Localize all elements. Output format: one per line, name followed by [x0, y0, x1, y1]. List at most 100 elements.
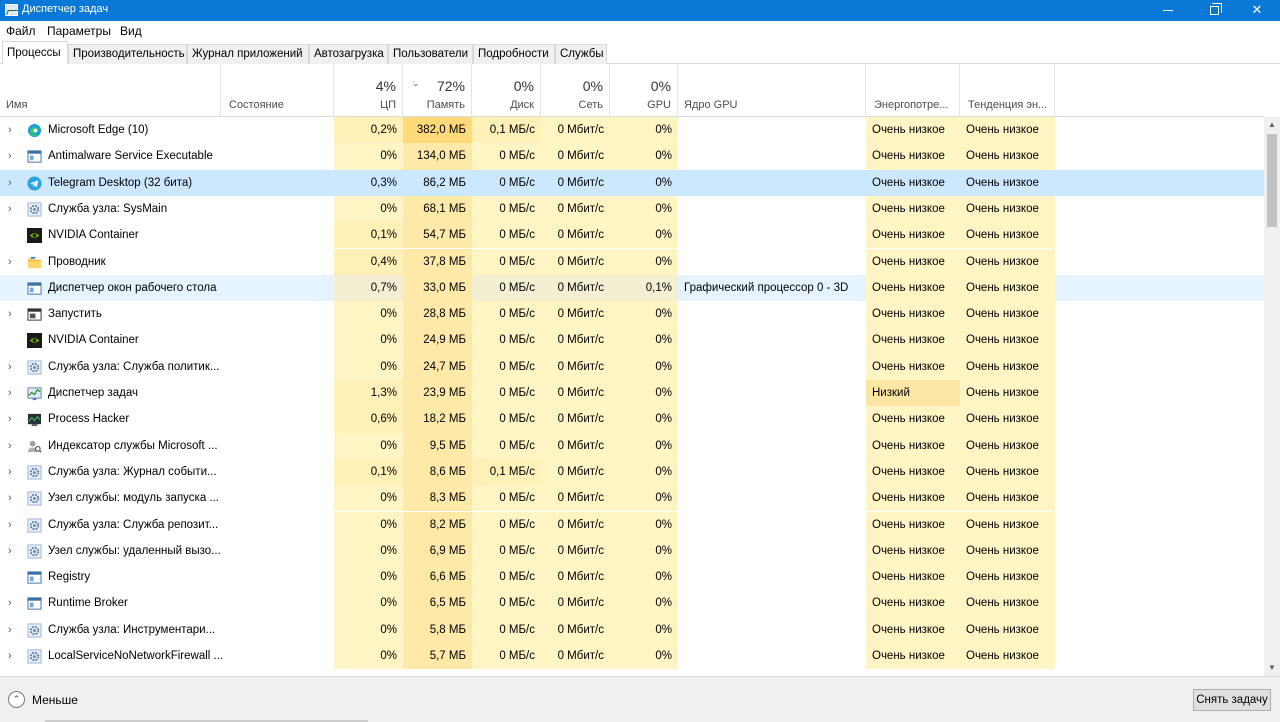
table-row[interactable]: › Диспетчер задач 1,3% 23,9 МБ 0 МБ/с 0 Мбит/… — [0, 380, 1264, 407]
power-trend-cell: Очень низкое — [960, 143, 1055, 170]
table-row[interactable]: › Узел службы: удаленный вызо... 0% 6,9 МБ 0… — [0, 537, 1264, 565]
cpu-cell: 0% — [334, 616, 403, 643]
cpu-cell: 0% — [334, 327, 403, 354]
expand-chevron-icon[interactable]: › — [8, 361, 16, 373]
process-name: Индексатор службы Microsoft ... — [48, 439, 218, 452]
header-network[interactable]: 0% Сеть — [541, 64, 610, 117]
tab-app-history[interactable]: Журнал приложений — [187, 44, 309, 64]
table-row[interactable]: › LocalServiceNoNetworkFirewall ... 0% 5,7 … — [0, 643, 1264, 670]
power-usage-cell: Очень низкое — [866, 327, 960, 354]
expand-chevron-icon[interactable]: › — [8, 124, 16, 136]
expand-chevron-icon[interactable]: › — [8, 624, 16, 636]
power-usage-cell: Очень низкое — [866, 143, 960, 170]
power-trend-cell: Очень низкое — [960, 301, 1055, 328]
table-row[interactable]: › Запустить 0% 28,8 МБ 0 МБ/с 0 Мбит/с 0% Очень… — [0, 301, 1264, 328]
table-row[interactable]: Диспетчер окон рабочего стола 0,7% 33,0 МБ… — [0, 274, 1264, 302]
header-power-usage[interactable]: Энергопотре... — [866, 64, 960, 117]
minimize-button[interactable] — [1145, 0, 1191, 21]
expand-chevron-icon[interactable]: › — [8, 256, 16, 268]
memory-cell: 6,5 МБ — [403, 590, 472, 617]
scroll-up-arrow-icon[interactable]: ▲ — [1264, 117, 1280, 133]
header-memory[interactable]: ⌄ 72% Память — [403, 64, 472, 117]
menu-view[interactable]: Вид — [120, 24, 142, 38]
table-row[interactable]: Registry 0% 6,6 МБ 0 МБ/с 0 Мбит/с 0% Очень ни… — [0, 564, 1264, 591]
table-row[interactable]: › Служба узла: SysMain 0% 68,1 МБ 0 МБ/с 0 Мб… — [0, 195, 1264, 223]
tab-services[interactable]: Службы — [555, 44, 607, 64]
power-trend-cell: Очень низкое — [960, 222, 1055, 249]
table-row[interactable]: › Служба узла: Служба политик... 0% 24,7 МБ… — [0, 353, 1264, 380]
header-status[interactable]: Состояние — [221, 64, 334, 117]
tab-startup[interactable]: Автозагрузка — [309, 44, 388, 64]
header-cpu[interactable]: 4% ЦП — [334, 64, 403, 117]
expand-chevron-icon[interactable]: › — [8, 387, 16, 399]
table-row[interactable]: NVIDIA Container 0% 24,9 МБ 0 МБ/с 0 Мбит/с 0… — [0, 327, 1264, 354]
gpu-cell: 0% — [610, 511, 678, 538]
cpu-cell: 0% — [334, 301, 403, 328]
chevron-up-icon: ⌃ — [8, 691, 25, 708]
gpu-engine-cell — [678, 485, 866, 511]
table-row[interactable]: › Microsoft Edge (10) 0,2% 382,0 МБ 0,1 МБ/с… — [0, 117, 1264, 144]
scroll-thumb[interactable] — [1267, 134, 1277, 227]
expand-chevron-icon[interactable]: › — [8, 413, 16, 425]
scroll-down-arrow-icon[interactable]: ▼ — [1264, 660, 1280, 676]
memory-cell: 6,6 МБ — [403, 564, 472, 591]
tab-processes[interactable]: Процессы — [2, 41, 68, 65]
table-row[interactable]: › Telegram Desktop (32 бита) 0,3% 86,2 МБ 0 … — [0, 169, 1264, 196]
expand-chevron-icon[interactable]: › — [8, 203, 16, 215]
tab-details[interactable]: Подробности — [473, 44, 555, 64]
power-usage-cell: Очень низкое — [866, 511, 960, 538]
expand-chevron-icon[interactable]: › — [8, 545, 16, 557]
vertical-scrollbar[interactable]: ▲ ▼ — [1264, 117, 1280, 676]
table-row[interactable]: › Process Hacker 0,6% 18,2 МБ 0 МБ/с 0 Мбит/с… — [0, 406, 1264, 433]
tab-users[interactable]: Пользователи — [388, 44, 473, 64]
expand-chevron-icon[interactable]: › — [8, 466, 16, 478]
table-row[interactable]: › Индексатор службы Microsoft ... 0% 9,5 МБ… — [0, 432, 1264, 459]
menu-options[interactable]: Параметры — [47, 24, 111, 38]
network-cell: 0 Мбит/с — [541, 485, 610, 512]
memory-cell: 18,2 МБ — [403, 406, 472, 433]
memory-cell: 9,5 МБ — [403, 432, 472, 459]
close-button[interactable]: ✕ — [1234, 0, 1280, 21]
gpu-cell: 0% — [610, 406, 678, 433]
expand-chevron-icon[interactable]: › — [8, 519, 16, 531]
menu-file[interactable]: Файл — [6, 24, 36, 38]
gpu-cell: 0% — [610, 485, 678, 512]
expand-chevron-icon[interactable]: › — [8, 597, 16, 609]
table-row[interactable]: › Служба узла: Журнал событи... 0,1% 8,6 МБ… — [0, 458, 1264, 486]
header-power-trend[interactable]: Тенденция эн... — [960, 64, 1055, 117]
power-usage-cell: Очень низкое — [866, 248, 960, 275]
header-gpu-engine[interactable]: Ядро GPU — [678, 64, 866, 117]
table-row[interactable]: › Узел службы: модуль запуска ... 0% 8,3 МБ… — [0, 485, 1264, 512]
table-row[interactable]: NVIDIA Container 0,1% 54,7 МБ 0 МБ/с 0 Мбит/… — [0, 222, 1264, 249]
expand-chevron-icon[interactable]: › — [8, 650, 16, 662]
header-disk[interactable]: 0% Диск — [472, 64, 541, 117]
end-task-button[interactable]: Снять задачу — [1193, 689, 1271, 711]
tab-performance[interactable]: Производительность — [68, 44, 187, 64]
header-name[interactable]: Имя — [0, 64, 221, 117]
table-row[interactable]: › Служба узла: Служба репозит... 0% 8,2 МБ 0… — [0, 511, 1264, 538]
disk-cell: 0 МБ/с — [472, 590, 541, 617]
folder-icon — [27, 255, 42, 270]
memory-cell: 8,2 МБ — [403, 511, 472, 538]
table-row[interactable]: › Проводник 0,4% 37,8 МБ 0 МБ/с 0 Мбит/с 0% Оче… — [0, 248, 1264, 275]
tab-strip: Процессы Производительность Журнал прило… — [0, 41, 1280, 65]
power-usage-cell: Очень низкое — [866, 301, 960, 328]
expand-chevron-icon[interactable]: › — [8, 150, 16, 162]
gear-icon — [27, 517, 42, 533]
expand-chevron-icon[interactable]: › — [8, 308, 16, 320]
expand-chevron-icon[interactable]: › — [8, 492, 16, 504]
table-row[interactable]: › Служба узла: Инструментари... 0% 5,8 МБ 0 … — [0, 616, 1264, 643]
power-usage-cell: Очень низкое — [866, 564, 960, 591]
power-usage-cell: Очень низкое — [866, 222, 960, 249]
power-usage-cell: Очень низкое — [866, 590, 960, 617]
power-usage-cell: Низкий — [866, 380, 960, 407]
header-gpu[interactable]: 0% GPU — [610, 64, 678, 117]
power-usage-cell: Очень низкое — [866, 274, 960, 302]
expand-chevron-icon[interactable]: › — [8, 440, 16, 452]
expand-chevron-icon[interactable]: › — [8, 177, 16, 189]
maximize-button[interactable] — [1191, 0, 1237, 21]
nvidia-icon — [27, 333, 42, 349]
table-row[interactable]: › Runtime Broker 0% 6,5 МБ 0 МБ/с 0 Мбит/с 0% О… — [0, 590, 1264, 617]
table-row[interactable]: › Antimalware Service Executable 0% 134,0 М… — [0, 143, 1264, 170]
disk-cell: 0 МБ/с — [472, 301, 541, 328]
